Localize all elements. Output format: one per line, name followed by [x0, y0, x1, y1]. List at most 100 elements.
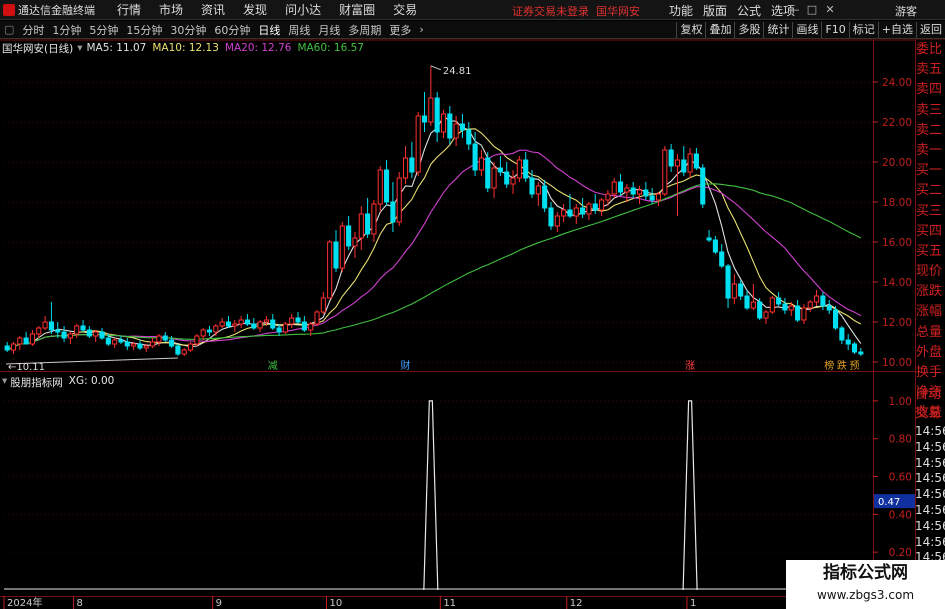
candle-body	[535, 185, 541, 195]
candle-body	[434, 97, 440, 133]
candle-body	[358, 213, 364, 239]
quote-label-4: 卖二	[916, 122, 943, 138]
dropdown-circle-icon[interactable]: ▾	[2, 375, 7, 390]
candle-body	[238, 319, 244, 325]
candle-body	[832, 309, 839, 329]
candle-body	[750, 301, 756, 309]
candle-body	[472, 143, 478, 171]
candle-body	[725, 265, 731, 299]
candle-body	[48, 321, 54, 331]
candle-body	[175, 345, 181, 355]
auto-trade-label-0[interactable]: 自动	[915, 385, 945, 404]
xg-spike	[423, 400, 439, 591]
x-label-2024: 2024年	[7, 596, 42, 609]
indicator-name[interactable]: 股朋指标网	[10, 375, 63, 390]
candle-body	[599, 199, 605, 211]
ma5-line	[6, 115, 862, 351]
candle-body	[807, 301, 813, 309]
dropdown-circle-icon[interactable]: ▾	[77, 42, 82, 54]
candle-body	[592, 203, 598, 211]
candle-body	[74, 325, 80, 335]
quote-label-13: 涨幅	[916, 304, 943, 320]
candle-body	[548, 207, 554, 227]
quote-label-1: 卖五	[916, 62, 943, 78]
candle-body	[61, 331, 67, 339]
candle-body	[529, 177, 535, 195]
candle-body	[662, 149, 668, 195]
quote-label-15: 外盘	[916, 344, 943, 360]
candle-body	[851, 343, 858, 353]
candle-body	[820, 295, 826, 307]
candle-body	[29, 333, 36, 345]
candle-body	[504, 171, 510, 185]
candle-body	[687, 153, 693, 173]
sub-y-tick-label: 0.40	[889, 509, 912, 521]
candle-body	[839, 327, 845, 341]
candle-body	[516, 159, 522, 179]
candle-body	[206, 329, 213, 333]
quote-label-14: 总量	[916, 324, 943, 340]
candle-body	[700, 167, 706, 205]
candle-body	[333, 241, 339, 269]
candle-body	[402, 157, 409, 179]
candle-body	[150, 341, 156, 347]
candle-body	[459, 123, 466, 131]
candle-body	[200, 329, 206, 337]
y-tick-label: 16.00	[882, 237, 912, 249]
candle-body	[719, 251, 725, 267]
candle-body	[124, 341, 130, 347]
quote-label-16: 换手	[916, 365, 943, 380]
candle-body	[611, 181, 617, 195]
candle-body	[453, 123, 459, 139]
y-tick-label: 24.00	[882, 77, 912, 89]
tick-time-4: 14:56	[915, 487, 945, 502]
x-label-1: 1	[690, 598, 696, 609]
candle-body	[421, 115, 428, 123]
tick-time-6: 14:56	[915, 518, 945, 533]
candle-body	[244, 319, 251, 325]
candle-body	[42, 321, 48, 329]
candle-body	[428, 97, 434, 123]
kline-chart[interactable]: 24.81←10.11 减财涨榜跌预 0.47 24.0022.0020.0018…	[0, 0, 945, 609]
y-tick-label: 20.00	[882, 157, 912, 169]
candle-body	[409, 157, 415, 173]
candle-body	[561, 209, 567, 217]
candle-body	[308, 323, 314, 331]
y-tick-label: 10.00	[882, 357, 912, 369]
candle-body	[668, 149, 674, 167]
candle-body	[156, 335, 162, 343]
candle-body	[769, 297, 775, 313]
high-label: 24.81	[443, 66, 472, 77]
stock-title[interactable]: 国华网安(日线)	[2, 41, 73, 56]
x-label-10: 10	[330, 598, 343, 609]
candle-body	[497, 167, 503, 173]
candle-body	[712, 239, 718, 253]
candle-body	[491, 167, 497, 189]
candle-body	[105, 337, 111, 345]
candle-body	[118, 339, 124, 343]
marker-die: 跌	[837, 359, 847, 372]
candle-body	[137, 343, 143, 349]
candle-body	[763, 311, 769, 319]
candle-body	[320, 297, 326, 313]
ma60-label: MA60: 16.57	[297, 42, 364, 54]
candle-body	[510, 177, 516, 185]
quote-label-10: 买五	[916, 243, 943, 259]
quote-label-8: 买三	[916, 203, 943, 219]
candle-body	[219, 321, 225, 327]
candle-body	[649, 195, 655, 201]
tick-time-7: 14:56	[915, 534, 945, 549]
auto-trade-label-1[interactable]: 交易	[915, 404, 945, 423]
high-pointer	[430, 65, 442, 71]
x-label-8: 8	[77, 598, 83, 609]
ma20-label: MA20: 12.76	[224, 42, 292, 54]
quote-panel-lower: 自动交易14:5614:5614:5614:5614:5614:5614:561…	[915, 385, 945, 565]
x-label-11: 11	[443, 598, 456, 609]
candle-body	[99, 331, 105, 339]
candle-body	[187, 343, 194, 351]
candle-body	[643, 189, 649, 197]
candle-body	[415, 115, 421, 173]
candle-body	[586, 203, 592, 215]
candle-body	[744, 295, 750, 309]
candle-body	[295, 317, 301, 323]
